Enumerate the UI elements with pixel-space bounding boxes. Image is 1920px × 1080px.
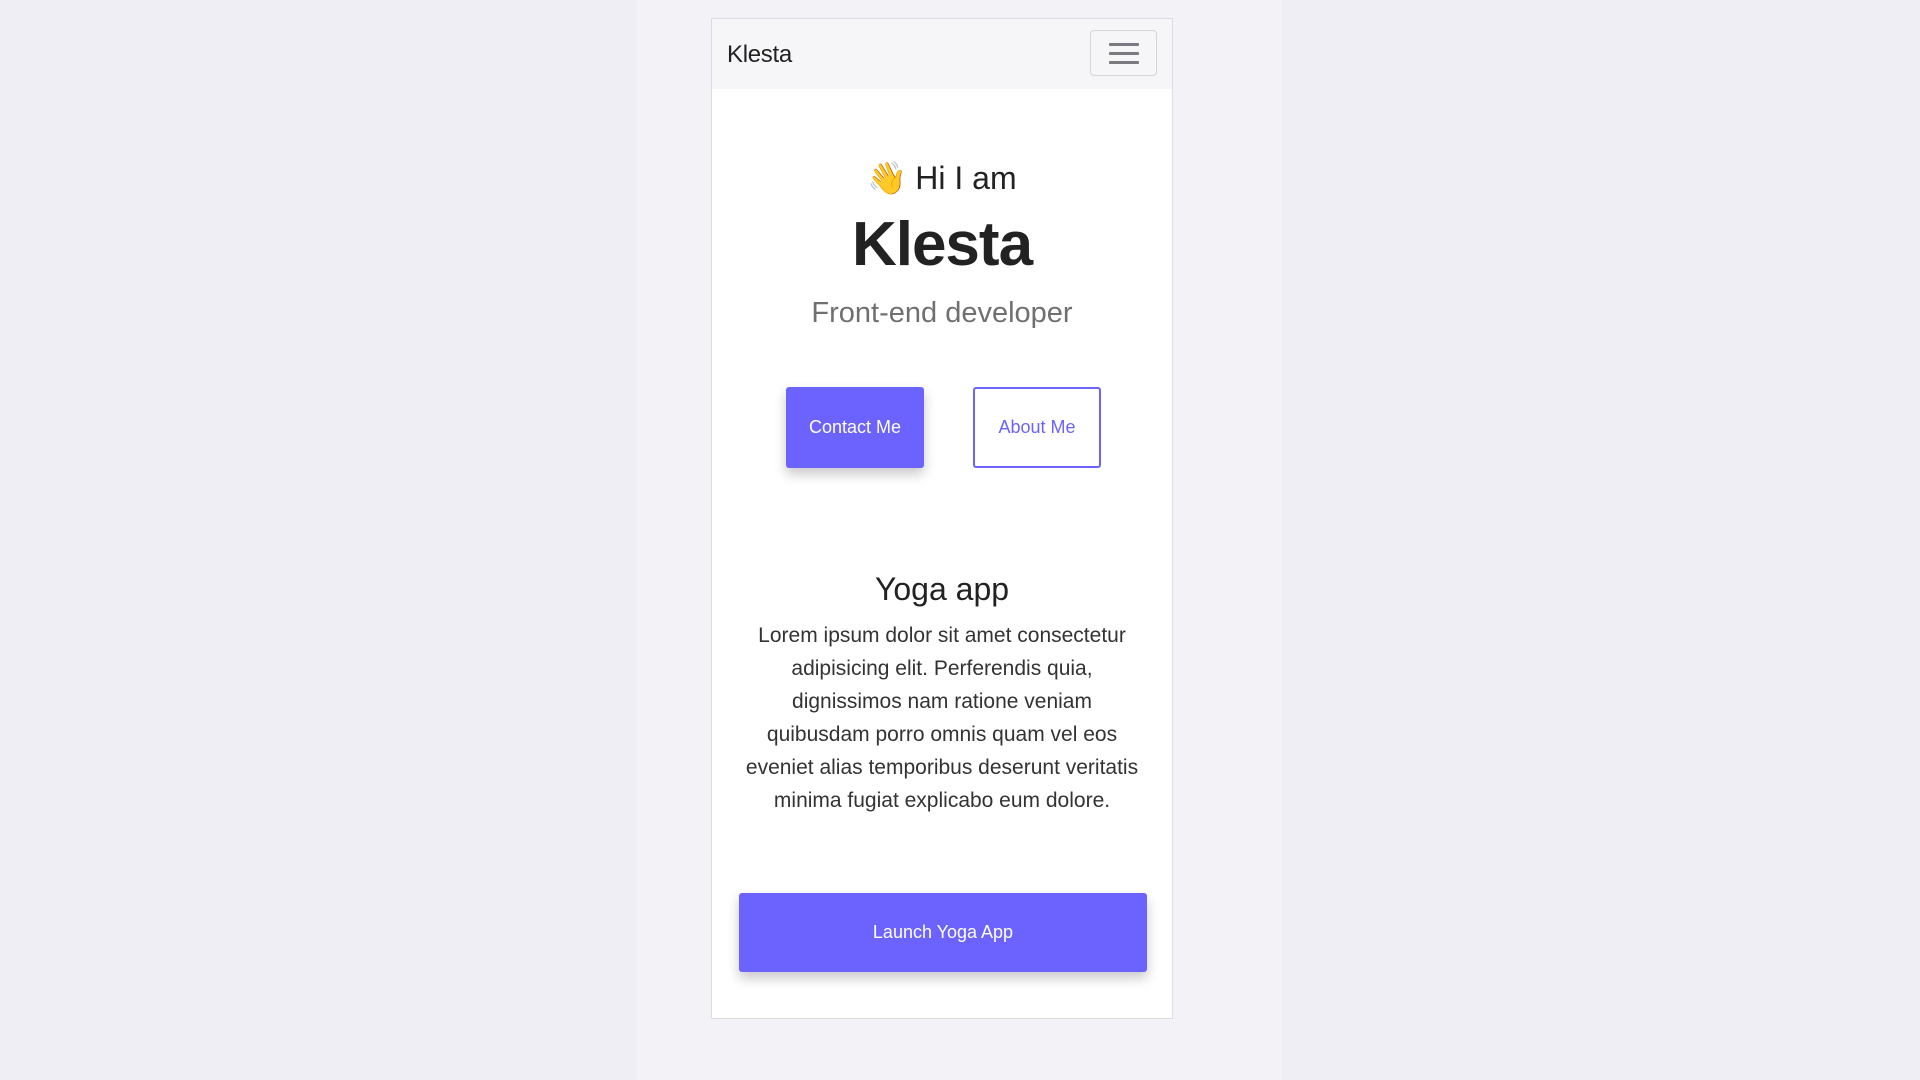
mobile-viewport: Klesta 👋 Hi I am Klesta Front-end develop… [711, 18, 1173, 1019]
waving-hand-icon: 👋 [867, 160, 908, 196]
greeting-text: Hi I am [915, 160, 1017, 196]
launch-yoga-app-button[interactable]: Launch Yoga App [739, 893, 1147, 972]
menu-toggle-button[interactable] [1090, 30, 1157, 76]
hero-greeting: 👋 Hi I am [712, 159, 1172, 197]
contact-me-button[interactable]: Contact Me [786, 387, 924, 468]
navbar: Klesta [712, 19, 1172, 89]
navbar-brand[interactable]: Klesta [727, 41, 792, 69]
hero-name: Klesta [851, 210, 1033, 279]
hero-role: Front-end developer [811, 297, 1073, 329]
about-me-button[interactable]: About Me [973, 387, 1101, 468]
project-title: Yoga app [874, 571, 1010, 607]
project-description: Lorem ipsum dolor sit amet consectetur a… [745, 624, 1139, 812]
